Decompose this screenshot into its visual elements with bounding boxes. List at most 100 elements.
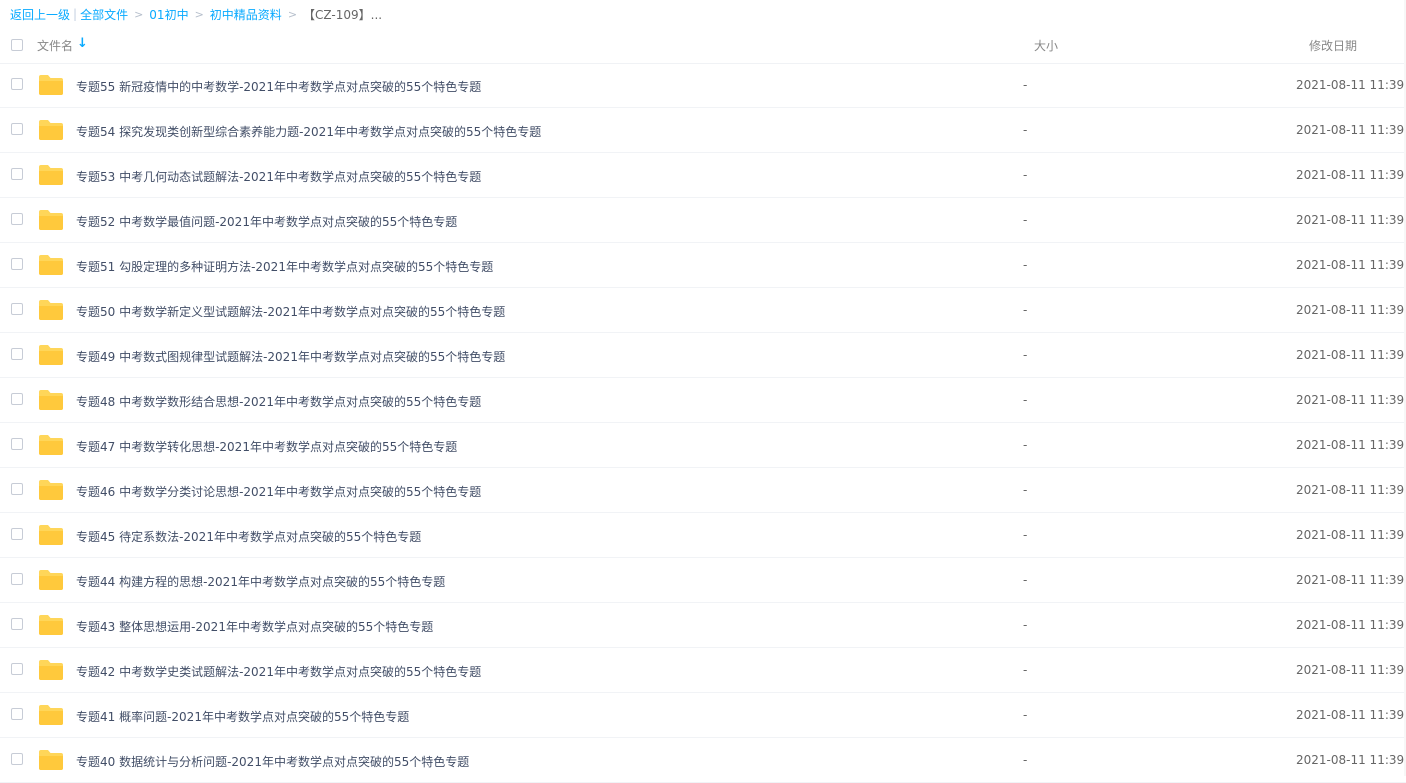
breadcrumb-item-materials[interactable]: 初中精品资料 (210, 6, 282, 23)
file-name-link[interactable]: 专题41 概率问题-2021年中考数学点对点突破的55个特色专题 (76, 708, 409, 725)
file-modified-date: 2021-08-11 11:39 (1296, 348, 1405, 362)
file-modified-date: 2021-08-11 11:39 (1296, 258, 1405, 272)
file-row[interactable]: 专题46 中考数学分类讨论思想-2021年中考数学点对点突破的55个特色专题 -… (0, 468, 1406, 513)
file-size: - (1023, 78, 1028, 92)
breadcrumb-item-junior-high[interactable]: 01初中 (149, 6, 188, 23)
column-header-date[interactable]: 修改日期 (1309, 37, 1357, 54)
breadcrumb-current: 【CZ-109】... (303, 7, 383, 22)
folder-icon (39, 120, 63, 140)
sort-arrow-down-icon[interactable]: ↓ (77, 36, 88, 51)
file-modified-date: 2021-08-11 11:39 (1296, 78, 1405, 92)
file-modified-date: 2021-08-11 11:39 (1296, 393, 1405, 407)
row-checkbox[interactable] (11, 753, 23, 765)
row-checkbox[interactable] (11, 168, 23, 180)
file-size: - (1023, 618, 1028, 632)
folder-icon (39, 165, 63, 185)
file-size: - (1023, 483, 1028, 497)
file-name-link[interactable]: 专题52 中考数学最值问题-2021年中考数学点对点突破的55个特色专题 (76, 213, 457, 230)
file-modified-date: 2021-08-11 11:39 (1296, 663, 1405, 677)
file-size: - (1023, 393, 1028, 407)
file-name-link[interactable]: 专题40 数据统计与分析问题-2021年中考数学点对点突破的55个特色专题 (76, 753, 469, 770)
row-checkbox[interactable] (11, 258, 23, 270)
folder-icon (39, 390, 63, 410)
select-all-checkbox[interactable] (11, 39, 23, 51)
folder-icon (39, 615, 63, 635)
file-row[interactable]: 专题54 探究发现类创新型综合素养能力题-2021年中考数学点对点突破的55个特… (0, 108, 1406, 153)
file-size: - (1023, 528, 1028, 542)
folder-icon (39, 255, 63, 275)
file-row[interactable]: 专题41 概率问题-2021年中考数学点对点突破的55个特色专题 - 2021-… (0, 693, 1406, 738)
file-row[interactable]: 专题44 构建方程的思想-2021年中考数学点对点突破的55个特色专题 - 20… (0, 558, 1406, 603)
row-checkbox[interactable] (11, 528, 23, 540)
file-row[interactable]: 专题42 中考数学史类试题解法-2021年中考数学点对点突破的55个特色专题 -… (0, 648, 1406, 693)
column-header-name[interactable]: 文件名 (37, 37, 73, 54)
file-name-link[interactable]: 专题45 待定系数法-2021年中考数学点对点突破的55个特色专题 (76, 528, 421, 545)
folder-icon (39, 570, 63, 590)
folder-icon (39, 525, 63, 545)
file-list-header: 文件名 ↓ 大小 修改日期 (0, 28, 1406, 64)
file-row[interactable]: 专题51 勾股定理的多种证明方法-2021年中考数学点对点突破的55个特色专题 … (0, 243, 1406, 288)
file-modified-date: 2021-08-11 11:39 (1296, 123, 1405, 137)
file-name-link[interactable]: 专题54 探究发现类创新型综合素养能力题-2021年中考数学点对点突破的55个特… (76, 123, 541, 140)
file-name-link[interactable]: 专题51 勾股定理的多种证明方法-2021年中考数学点对点突破的55个特色专题 (76, 258, 493, 275)
file-size: - (1023, 258, 1028, 272)
file-row[interactable]: 专题45 待定系数法-2021年中考数学点对点突破的55个特色专题 - 2021… (0, 513, 1406, 558)
file-modified-date: 2021-08-11 11:39 (1296, 303, 1405, 317)
file-name-link[interactable]: 专题43 整体思想运用-2021年中考数学点对点突破的55个特色专题 (76, 618, 433, 635)
breadcrumb-item-all-files[interactable]: 全部文件 (80, 6, 128, 23)
file-modified-date: 2021-08-11 11:39 (1296, 573, 1405, 587)
folder-icon (39, 300, 63, 320)
back-link[interactable]: 返回上一级 (10, 6, 70, 23)
folder-icon (39, 660, 63, 680)
file-name-link[interactable]: 专题53 中考几何动态试题解法-2021年中考数学点对点突破的55个特色专题 (76, 168, 481, 185)
file-name-link[interactable]: 专题47 中考数学转化思想-2021年中考数学点对点突破的55个特色专题 (76, 438, 457, 455)
folder-icon (39, 75, 63, 95)
file-modified-date: 2021-08-11 11:39 (1296, 213, 1405, 227)
file-row[interactable]: 专题49 中考数式图规律型试题解法-2021年中考数学点对点突破的55个特色专题… (0, 333, 1406, 378)
row-checkbox[interactable] (11, 663, 23, 675)
row-checkbox[interactable] (11, 213, 23, 225)
folder-icon (39, 480, 63, 500)
row-checkbox[interactable] (11, 708, 23, 720)
breadcrumb-arrow-icon: > (287, 7, 298, 21)
file-name-link[interactable]: 专题49 中考数式图规律型试题解法-2021年中考数学点对点突破的55个特色专题 (76, 348, 505, 365)
breadcrumb: 返回上一级 | 全部文件 > 01初中 > 初中精品资料 > 【CZ-109】.… (10, 6, 382, 22)
file-name-link[interactable]: 专题42 中考数学史类试题解法-2021年中考数学点对点突破的55个特色专题 (76, 663, 481, 680)
file-row[interactable]: 专题55 新冠疫情中的中考数学-2021年中考数学点对点突破的55个特色专题 -… (0, 63, 1406, 108)
file-size: - (1023, 663, 1028, 677)
file-list: 专题55 新冠疫情中的中考数学-2021年中考数学点对点突破的55个特色专题 -… (0, 63, 1406, 783)
breadcrumb-separator: | (73, 7, 78, 21)
file-row[interactable]: 专题52 中考数学最值问题-2021年中考数学点对点突破的55个特色专题 - 2… (0, 198, 1406, 243)
row-checkbox[interactable] (11, 78, 23, 90)
file-row[interactable]: 专题48 中考数学数形结合思想-2021年中考数学点对点突破的55个特色专题 -… (0, 378, 1406, 423)
folder-icon (39, 705, 63, 725)
file-name-link[interactable]: 专题46 中考数学分类讨论思想-2021年中考数学点对点突破的55个特色专题 (76, 483, 481, 500)
file-row[interactable]: 专题40 数据统计与分析问题-2021年中考数学点对点突破的55个特色专题 - … (0, 738, 1406, 783)
file-name-link[interactable]: 专题44 构建方程的思想-2021年中考数学点对点突破的55个特色专题 (76, 573, 445, 590)
column-header-size[interactable]: 大小 (1034, 37, 1058, 54)
file-row[interactable]: 专题53 中考几何动态试题解法-2021年中考数学点对点突破的55个特色专题 -… (0, 153, 1406, 198)
file-size: - (1023, 708, 1028, 722)
folder-icon (39, 435, 63, 455)
file-row[interactable]: 专题43 整体思想运用-2021年中考数学点对点突破的55个特色专题 - 202… (0, 603, 1406, 648)
file-row[interactable]: 专题47 中考数学转化思想-2021年中考数学点对点突破的55个特色专题 - 2… (0, 423, 1406, 468)
file-modified-date: 2021-08-11 11:39 (1296, 708, 1405, 722)
file-size: - (1023, 303, 1028, 317)
row-checkbox[interactable] (11, 303, 23, 315)
file-name-link[interactable]: 专题48 中考数学数形结合思想-2021年中考数学点对点突破的55个特色专题 (76, 393, 481, 410)
row-checkbox[interactable] (11, 393, 23, 405)
file-modified-date: 2021-08-11 11:39 (1296, 753, 1405, 767)
file-modified-date: 2021-08-11 11:39 (1296, 483, 1405, 497)
file-name-link[interactable]: 专题50 中考数学新定义型试题解法-2021年中考数学点对点突破的55个特色专题 (76, 303, 505, 320)
file-row[interactable]: 专题50 中考数学新定义型试题解法-2021年中考数学点对点突破的55个特色专题… (0, 288, 1406, 333)
row-checkbox[interactable] (11, 573, 23, 585)
row-checkbox[interactable] (11, 618, 23, 630)
file-size: - (1023, 213, 1028, 227)
file-size: - (1023, 753, 1028, 767)
row-checkbox[interactable] (11, 348, 23, 360)
file-size: - (1023, 438, 1028, 452)
file-name-link[interactable]: 专题55 新冠疫情中的中考数学-2021年中考数学点对点突破的55个特色专题 (76, 78, 481, 95)
row-checkbox[interactable] (11, 123, 23, 135)
row-checkbox[interactable] (11, 438, 23, 450)
row-checkbox[interactable] (11, 483, 23, 495)
